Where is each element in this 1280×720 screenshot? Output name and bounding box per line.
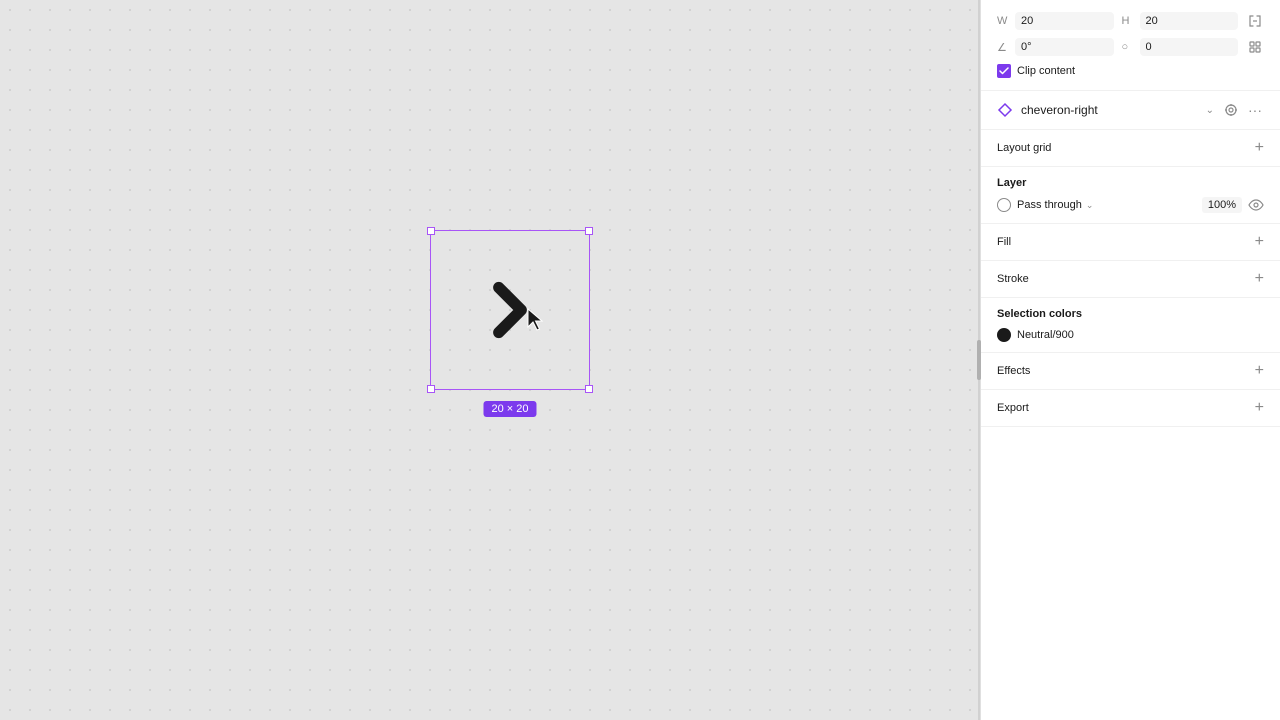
stroke-add-button[interactable]: +: [1255, 271, 1264, 287]
wh-row: W H: [997, 12, 1264, 30]
panel-divider: [978, 0, 980, 720]
selection-colors-title: Selection colors: [997, 308, 1264, 320]
stroke-section: Stroke +: [981, 261, 1280, 298]
canvas-element[interactable]: 20 × 20: [430, 230, 590, 390]
component-action-buttons: ···: [1222, 101, 1264, 119]
corner-radius-icon: ○: [1122, 41, 1136, 53]
component-chevron-icon[interactable]: ⌄: [1206, 105, 1214, 116]
component-name-label: cheveron-right: [1021, 103, 1198, 117]
component-icon: [997, 102, 1013, 118]
blend-mode-chevron: ⌄: [1086, 200, 1094, 211]
constrain-proportions-icon[interactable]: [1246, 12, 1264, 30]
blend-mode-icon: [997, 198, 1011, 212]
angle-row: ∠ ○: [997, 38, 1264, 56]
clip-content-checkbox[interactable]: [997, 64, 1011, 78]
color-row: Neutral/900: [997, 328, 1264, 342]
effects-label: Effects: [997, 365, 1030, 377]
layer-section-title: Layer: [997, 177, 1264, 189]
selection-box: 20 × 20: [430, 230, 590, 390]
component-more-icon[interactable]: ···: [1246, 101, 1264, 119]
corner-radius-input[interactable]: [1140, 38, 1239, 56]
color-name-label: Neutral/900: [1017, 329, 1074, 341]
layout-grid-label: Layout grid: [997, 142, 1051, 154]
export-label: Export: [997, 402, 1029, 414]
clip-content-label: Clip content: [1017, 65, 1075, 77]
selection-colors-section: Selection colors Neutral/900: [981, 298, 1280, 353]
stroke-label: Stroke: [997, 273, 1029, 285]
handle-bottom-left[interactable]: [427, 385, 435, 393]
opacity-value[interactable]: 100%: [1202, 197, 1242, 213]
blend-mode-select[interactable]: Pass through ⌄: [1017, 199, 1093, 211]
h-label: H: [1122, 15, 1136, 27]
expand-corners-icon[interactable]: [1246, 38, 1264, 56]
layout-grid-section: Layout grid +: [981, 130, 1280, 167]
effects-section: Effects +: [981, 353, 1280, 390]
component-target-icon[interactable]: [1222, 101, 1240, 119]
height-input[interactable]: [1140, 12, 1239, 30]
corner-radius-group: ○: [1122, 38, 1239, 56]
height-group: H: [1122, 12, 1239, 30]
export-section: Export +: [981, 390, 1280, 427]
visibility-toggle[interactable]: [1248, 197, 1264, 213]
width-group: W: [997, 12, 1114, 30]
width-input[interactable]: [1015, 12, 1114, 30]
angle-input[interactable]: [1015, 38, 1114, 56]
layer-row: Pass through ⌄ 100%: [997, 197, 1264, 213]
layer-section: Layer Pass through ⌄ 100%: [981, 167, 1280, 224]
angle-icon: ∠: [997, 41, 1011, 54]
fill-section: Fill +: [981, 224, 1280, 261]
effects-add-button[interactable]: +: [1255, 363, 1264, 379]
chevron-right-icon-canvas: [431, 231, 589, 389]
component-row: cheveron-right ⌄ ···: [981, 91, 1280, 130]
size-label: 20 × 20: [483, 401, 536, 417]
fill-add-button[interactable]: +: [1255, 234, 1264, 250]
handle-top-right[interactable]: [585, 227, 593, 235]
angle-group: ∠: [997, 38, 1114, 56]
canvas-area: 20 × 20: [0, 0, 978, 720]
clip-content-row: Clip content: [997, 64, 1264, 78]
w-label: W: [997, 15, 1011, 27]
color-swatch[interactable]: [997, 328, 1011, 342]
export-add-button[interactable]: +: [1255, 400, 1264, 416]
handle-top-left[interactable]: [427, 227, 435, 235]
dimensions-section: W H ∠ ○: [981, 0, 1280, 91]
fill-label: Fill: [997, 236, 1011, 248]
handle-bottom-right[interactable]: [585, 385, 593, 393]
right-panel: W H ∠ ○: [980, 0, 1280, 720]
panel-divider-handle[interactable]: [977, 340, 981, 380]
layout-grid-add-button[interactable]: +: [1255, 140, 1264, 156]
blend-mode-value: Pass through: [1017, 199, 1082, 211]
